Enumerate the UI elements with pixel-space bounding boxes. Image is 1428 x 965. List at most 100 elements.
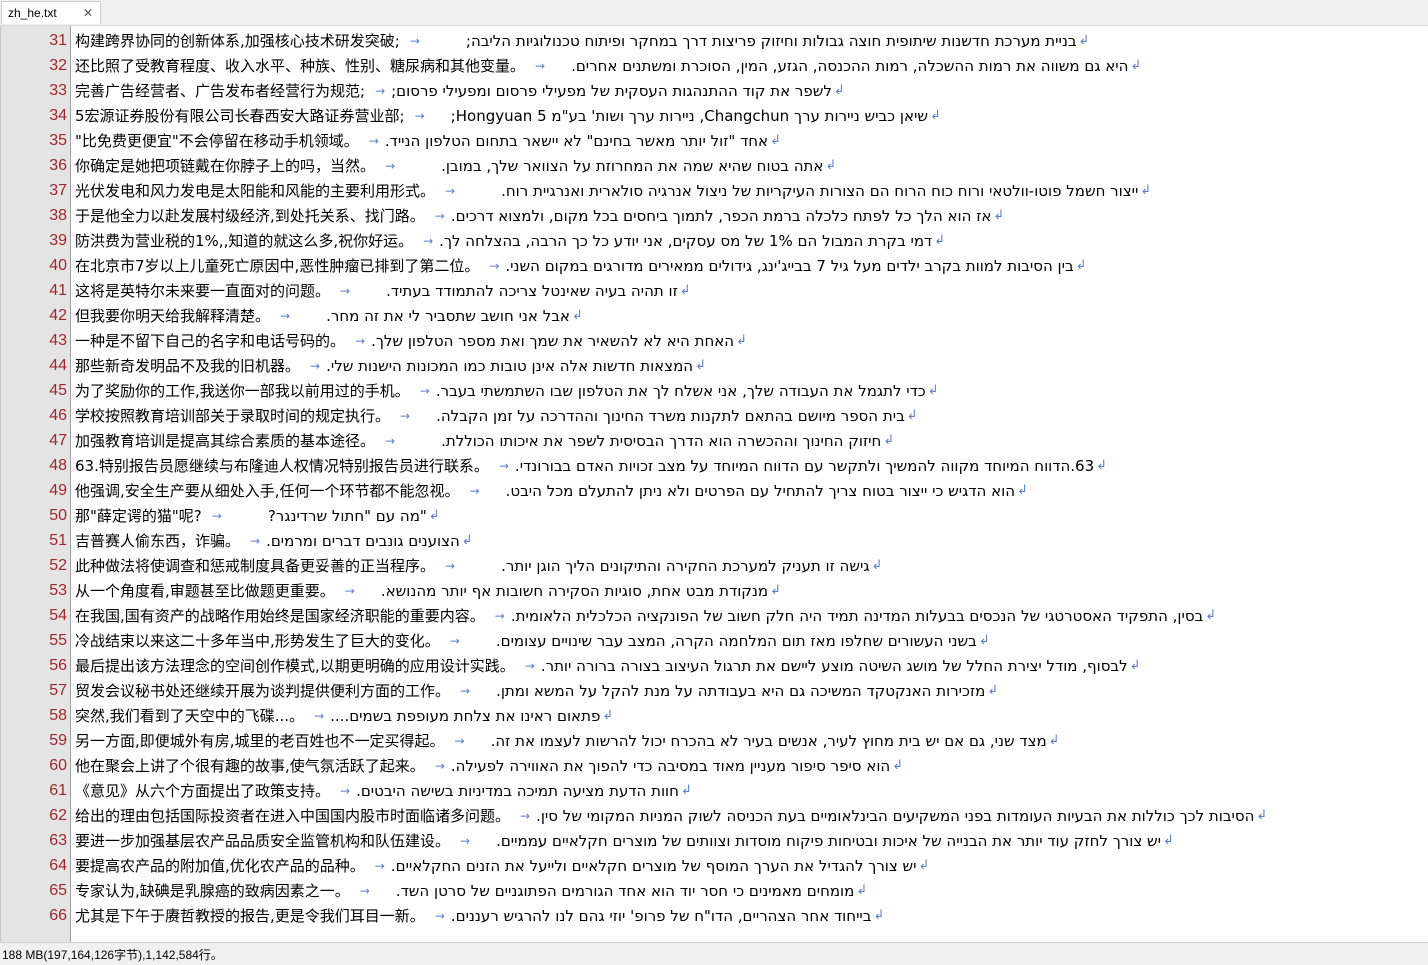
line-number: 55 bbox=[49, 631, 67, 649]
tab-arrow-icon: → bbox=[385, 158, 396, 173]
editor-line[interactable]: 38 于是他全力以赴发展村级经济,到处托关系、找门路。 → אז הוא הלך כל… bbox=[1, 203, 1428, 228]
tab-arrow-icon: → bbox=[414, 108, 425, 123]
line-content: 最后提出该方法理念的空间创作模式,以期更明确的应用设计实践。 → לבסוף, מו… bbox=[75, 655, 1141, 676]
editor-line[interactable]: 65 专家认为,缺碘是乳腺癌的致病因素之一。 → מומחים מאמינים כי … bbox=[1, 878, 1428, 903]
line-number: 63 bbox=[49, 831, 67, 849]
hebrew-text: מצד שני, גם אם יש בית מחוץ לעיר, אנשים ב… bbox=[490, 731, 1047, 750]
hebrew-text: לשפר את קוד ההתנהגות העסקית של מפעילי פר… bbox=[391, 81, 832, 100]
line-content: 贸发会议秘书处还继续开展为谈判提供便利方面的工作。 → מזכירות האנקטק… bbox=[75, 680, 998, 701]
editor-line[interactable]: 52 此种做法将使调查和惩戒制度具备更妥善的正当程序。 → גישה זו תעניק… bbox=[1, 553, 1428, 578]
editor-line[interactable]: 32 还比照了受教育程度、收入水平、种族、性别、糖尿病和其他变量。 → היא גם … bbox=[1, 53, 1428, 78]
chinese-text: 贸发会议秘书处还继续开展为谈判提供便利方面的工作。 bbox=[75, 682, 451, 700]
editor-line[interactable]: 41 这将是英特尔未来要一直面对的问题。 → זו תהיה בעיה שאינטל … bbox=[1, 278, 1428, 303]
editor-line[interactable]: 33 完善广告经营者、广告发布者经营行为规范; → לשפר את קוד ההתנה… bbox=[1, 78, 1428, 103]
line-number: 52 bbox=[49, 556, 67, 574]
chinese-text: 你确定是她把项链戴在你脖子上的吗，当然。 bbox=[75, 157, 376, 175]
chinese-text: 5宏源证券股份有限公司长春西安大路证券营业部; bbox=[75, 107, 405, 125]
chinese-text: 给出的理由包括国际投资者在进入中国国内股市时面临诸多问题。 bbox=[75, 807, 511, 825]
chinese-text: 突然,我们看到了天空中的飞碟...。 bbox=[75, 707, 305, 725]
line-number: 44 bbox=[49, 356, 67, 374]
eol-marker-icon: ↲ bbox=[1163, 833, 1174, 848]
editor-line[interactable]: 31 构建跨界协同的创新体系,加强核心技术研发突破; → בניית מערכת חד… bbox=[1, 28, 1428, 53]
editor-line[interactable]: 36 你确定是她把项链戴在你脖子上的吗，当然。 → אתה בטוח שהיא שמה… bbox=[1, 153, 1428, 178]
line-number: 50 bbox=[49, 506, 67, 524]
close-icon[interactable]: ✕ bbox=[81, 6, 95, 20]
editor-line[interactable]: 44 那些新奇发明品不及我的旧机器。 → המצאות חדשות אלה אינן … bbox=[1, 353, 1428, 378]
editor-line[interactable]: 49 他强调,安全生产要从细处入手,任何一个环节都不能忽视。 → הוא הדגיש … bbox=[1, 478, 1428, 503]
editor-line[interactable]: 35 "比免费更便宜"不会停留在移动手机领域。 → אחד "זול יותר מאש… bbox=[1, 128, 1428, 153]
chinese-text: 另一方面,即便城外有房,城里的老百姓也不一定买得起。 bbox=[75, 732, 445, 750]
hebrew-text: כדי לתגמל את העבודה שלך, אני אשלח לך את … bbox=[435, 381, 926, 400]
editor-line[interactable]: 34 5宏源证券股份有限公司长春西安大路证券营业部; → שיאן כביש נייר… bbox=[1, 103, 1428, 128]
editor-line[interactable]: 51 吉普赛人偷东西，诈骗。 → הצוענים גונבים דברים ומרמי… bbox=[1, 528, 1428, 553]
editor-line[interactable]: 57 贸发会议秘书处还继续开展为谈判提供便利方面的工作。 → מזכירות האנק… bbox=[1, 678, 1428, 703]
eol-marker-icon: ↲ bbox=[695, 358, 706, 373]
editor-line[interactable]: 37 光伏发电和风力发电是太阳能和风能的主要利用形式。 → ייצור חשמל פו… bbox=[1, 178, 1428, 203]
editor-line[interactable]: 58 突然,我们看到了天空中的飞碟...。 → פתאום ראינו את צלחת… bbox=[1, 703, 1428, 728]
editor-line[interactable]: 40 在北京市7岁以上儿童死亡原因中,恶性肿瘤已排到了第二位。 → בין הסיבו… bbox=[1, 253, 1428, 278]
tab-arrow-icon: → bbox=[454, 733, 465, 748]
hebrew-text: שיאן כביש ניירות ערך Changchun, ניירות ע… bbox=[450, 106, 928, 125]
tab-arrow-icon: → bbox=[489, 258, 500, 273]
eol-marker-icon: ↲ bbox=[679, 283, 691, 298]
line-content: 一种是不留下自己的名字和电话号码的。 → האחת היא לא להשאיר את… bbox=[75, 330, 747, 351]
editor-line[interactable]: 61 《意见》从六个方面提出了政策支持。 → חוות הדעת מציעה תמיכ… bbox=[1, 778, 1428, 803]
eol-marker-icon: ↲ bbox=[1017, 483, 1028, 498]
editor-line[interactable]: 64 要提高农产品的附加值,优化农产品的品种。 → יש צורך להגדיל את… bbox=[1, 853, 1428, 878]
chinese-text: 《意见》从六个方面提出了政策支持。 bbox=[75, 782, 331, 800]
editor-line[interactable]: 66 尤其是下午于赓哲教授的报告,更是令我们耳目一新。 → בייחוד אחר הצ… bbox=[1, 903, 1428, 928]
editor-line[interactable]: 54 在我国,国有资产的战略作用始终是国家经济职能的重要内容。 → בסין, התפ… bbox=[1, 603, 1428, 628]
eol-marker-icon: ↲ bbox=[1130, 58, 1142, 73]
line-content: 要提高农产品的附加值,优化农产品的品种。 → יש צורך להגדיל את ה… bbox=[75, 855, 929, 876]
editor-line[interactable]: 53 从一个角度看,审题甚至比做题更重要。 → מנקודת מבט אחת, סוג… bbox=[1, 578, 1428, 603]
editor-line[interactable]: 63 要进一步加强基层农产品品质安全监管机构和队伍建设。 → יש צורך לחזק… bbox=[1, 828, 1428, 853]
eol-marker-icon: ↲ bbox=[871, 558, 883, 573]
editor-line[interactable]: 62 给出的理由包括国际投资者在进入中国国内股市时面临诸多问题。 → הסיבות ל… bbox=[1, 803, 1428, 828]
line-content: 那些新奇发明品不及我的旧机器。 → המצאות חדשות אלה אינן טו… bbox=[75, 355, 706, 376]
tab-arrow-icon: → bbox=[524, 658, 535, 673]
line-content: 他强调,安全生产要从细处入手,任何一个环节都不能忽视。 → הוא הדגיש כי… bbox=[75, 480, 1028, 501]
eol-marker-icon: ↲ bbox=[927, 383, 939, 398]
line-content: 构建跨界协同的创新体系,加强核心技术研发突破; → בניית מערכת חדשנ… bbox=[75, 30, 1089, 51]
editor-line[interactable]: 55 冷战结束以来这二十多年当中,形势发生了巨大的变化。 → בשני העשורים… bbox=[1, 628, 1428, 653]
editor-line[interactable]: 39 防洪费为营业税的1%,,知道的就这么多,祝你好运。 → דמי בקרת המב… bbox=[1, 228, 1428, 253]
hebrew-text: אתה בטוח שהיא שמה את המחרוזת על הצוואר ש… bbox=[441, 156, 824, 175]
tab-arrow-icon: → bbox=[409, 33, 420, 48]
eol-marker-icon: ↲ bbox=[736, 333, 747, 348]
line-content: 为了奖励你的工作,我送你一部我以前用过的手机。 → כדי לתגמל את העב… bbox=[75, 380, 939, 401]
hebrew-text: יש צורך לחזק עוד יותר את הבנייה של איכות… bbox=[496, 831, 1161, 850]
editor-line[interactable]: 45 为了奖励你的工作,我送你一部我以前用过的手机。 → כדי לתגמל את ה… bbox=[1, 378, 1428, 403]
editor-line[interactable]: 60 他在聚会上讲了个很有趣的故事,使气氛活跃了起来。 → הוא סיפר סיפו… bbox=[1, 753, 1428, 778]
chinese-text: 防洪费为营业税的1%,,知道的就这么多,祝你好运。 bbox=[75, 232, 414, 250]
line-number: 54 bbox=[49, 606, 67, 624]
text-editor[interactable]: 31 构建跨界协同的创新体系,加强核心技术研发突破; → בניית מערכת חד… bbox=[0, 26, 1428, 942]
chinese-text: 光伏发电和风力发电是太阳能和风能的主要利用形式。 bbox=[75, 182, 436, 200]
eol-marker-icon: ↲ bbox=[428, 508, 440, 523]
tab-arrow-icon: → bbox=[280, 308, 291, 323]
line-number: 53 bbox=[49, 581, 67, 599]
line-number: 34 bbox=[49, 106, 67, 124]
tab-arrow-icon: → bbox=[211, 508, 222, 523]
editor-line[interactable]: 42 但我要你明天给我解释清楚。 → אבל אני חושב שתסביר לי א… bbox=[1, 303, 1428, 328]
eol-marker-icon: ↲ bbox=[1256, 808, 1268, 823]
line-content: 冷战结束以来这二十多年当中,形势发生了巨大的变化。 → בשני העשורים ש… bbox=[75, 630, 990, 651]
hebrew-text: הצוענים גונבים דברים ומרמים. bbox=[266, 531, 460, 550]
editor-line[interactable]: 46 学校按照教育培训部关于录取时间的规定执行。 → בית הספר מיושם ב… bbox=[1, 403, 1428, 428]
line-content: 但我要你明天给我解释清楚。 → אבל אני חושב שתסביר לי את … bbox=[75, 305, 583, 326]
tab-arrow-icon: → bbox=[374, 858, 385, 873]
status-bar: 188 MB(197,164,126字节),1,142,584行。 bbox=[0, 942, 1428, 965]
hebrew-text: אבל אני חושב שתסביר לי את זה מחר. bbox=[326, 306, 570, 325]
tab-arrow-icon: → bbox=[385, 433, 396, 448]
line-content: 另一方面,即便城外有房,城里的老百姓也不一定买得起。 → מצד שני, גם א… bbox=[75, 730, 1060, 751]
tab-zh-he-txt[interactable]: zh_he.txt ✕ bbox=[1, 1, 101, 24]
editor-line[interactable]: 50 那"薛定谔的猫"呢? → "מה עם "חתול שרדינגר? ↲ bbox=[1, 503, 1428, 528]
editor-line[interactable]: 43 一种是不留下自己的名字和电话号码的。 → האחת היא לא להשאיר … bbox=[1, 328, 1428, 353]
editor-line[interactable]: 48 63.特别报告员愿继续与布隆迪人权情况特别报告员进行联系。 → 63.הדווח… bbox=[1, 453, 1428, 478]
editor-line[interactable]: 56 最后提出该方法理念的空间创作模式,以期更明确的应用设计实践。 → לבסוף, … bbox=[1, 653, 1428, 678]
editor-line[interactable]: 47 加强教育培训是提高其综合素质的基本途径。 → חיזוק החינוך וההכ… bbox=[1, 428, 1428, 453]
tab-arrow-icon: → bbox=[434, 908, 445, 923]
editor-line[interactable]: 59 另一方面,即便城外有房,城里的老百姓也不一定买得起。 → מצד שני, גם… bbox=[1, 728, 1428, 753]
line-number: 60 bbox=[49, 756, 67, 774]
hebrew-text: הוא הדגיש כי ייצור בטוח צריך להתחיל עם ה… bbox=[505, 481, 1016, 500]
line-content: 防洪费为营业税的1%,,知道的就这么多,祝你好运。 → דמי בקרת המבול… bbox=[75, 230, 945, 251]
